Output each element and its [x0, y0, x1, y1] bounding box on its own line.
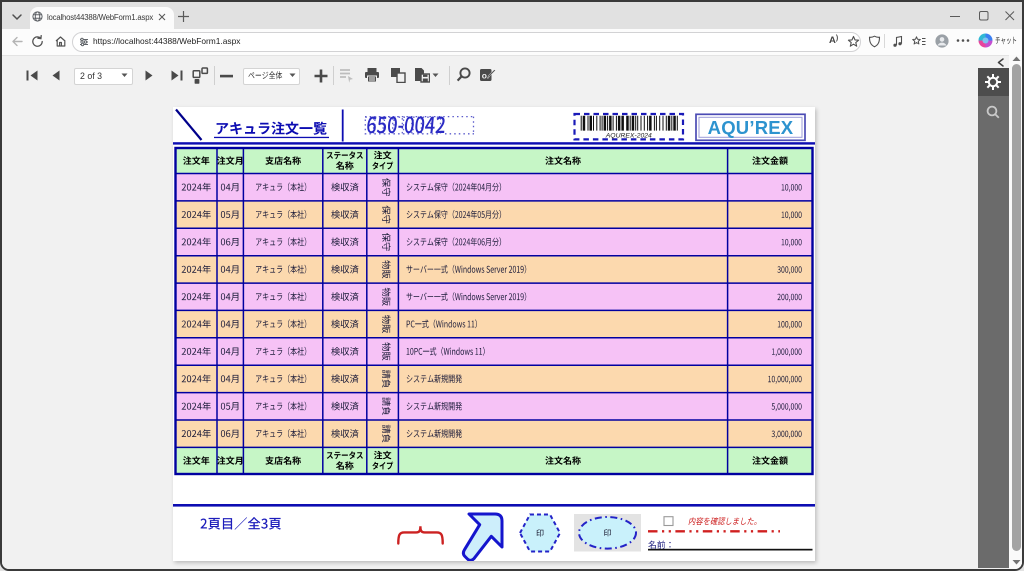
svg-text:o: o: [482, 71, 487, 81]
svg-text:AQUREX-2024: AQUREX-2024: [605, 133, 652, 140]
svg-text:AQU’REX: AQU’REX: [708, 117, 794, 138]
